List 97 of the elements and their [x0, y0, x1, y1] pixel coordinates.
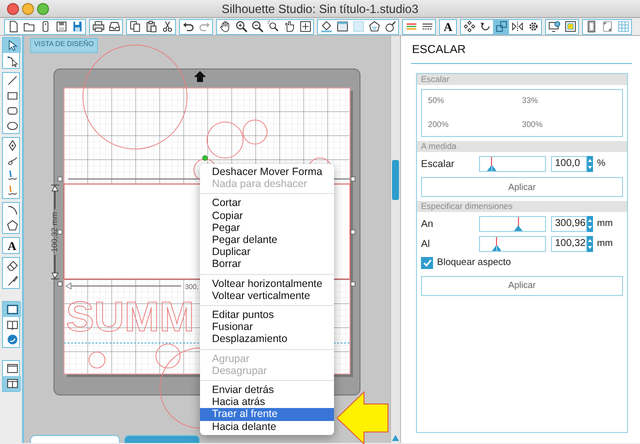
window-icon [336, 20, 348, 33]
menu-item[interactable]: Hacia atrás [200, 396, 334, 408]
menu-item[interactable]: Pegar delante [200, 234, 334, 246]
resize-handle[interactable] [58, 176, 62, 182]
menu-item: Agrupar [211, 352, 250, 365]
dotted-square-icon [352, 20, 364, 33]
resize-handle[interactable] [350, 176, 356, 182]
unit-label: % [597, 157, 606, 172]
slider[interactable] [479, 156, 546, 172]
slider[interactable] [479, 216, 546, 232]
redo-icon [198, 20, 210, 33]
resize-handle[interactable] [58, 230, 62, 234]
pencil-icon [6, 184, 18, 197]
pencil-icon [6, 169, 18, 182]
circle-shape [88, 352, 106, 368]
field-label: An [421, 218, 434, 232]
ellipse-icon [6, 119, 18, 132]
preset-option[interactable]: 300% [522, 119, 616, 132]
resize-handle[interactable] [350, 230, 356, 234]
apply-button[interactable]: Aplicar [421, 177, 623, 198]
pentagon-icon [6, 219, 18, 232]
preset-option[interactable]: 33% [522, 95, 616, 108]
stepper-button[interactable] [587, 156, 593, 172]
magnifier-icon [266, 20, 280, 33]
toolbar-button[interactable] [461, 20, 477, 34]
menu-item[interactable]: Copiar [200, 210, 334, 222]
scissors-icon [160, 20, 174, 33]
section-heading: Especificar dimensiones [417, 201, 627, 212]
window-icon [6, 303, 18, 316]
rotate-icon [478, 20, 492, 33]
menu-item[interactable]: Pegar [200, 222, 334, 234]
toolbar-button[interactable] [366, 20, 382, 34]
undo-icon [182, 20, 194, 33]
toolbar-button[interactable] [297, 20, 313, 34]
value-field[interactable]: 300,96 [551, 216, 587, 232]
checkbox[interactable] [421, 257, 433, 270]
value-field[interactable]: 100,32 [551, 236, 587, 252]
toolbar-button[interactable] [509, 20, 525, 34]
menu-item[interactable]: Enviar detrás [200, 384, 334, 396]
resize-handle[interactable] [58, 282, 62, 286]
toolbar-button[interactable] [106, 20, 122, 34]
text-tool-button[interactable]: A [440, 20, 456, 34]
scale-icon [494, 20, 508, 33]
text-tool-button[interactable]: A [3, 238, 21, 253]
section-heading: A medida [417, 141, 627, 152]
menu-item[interactable]: Fusionar [200, 321, 334, 334]
window-title: Silhouette Studio: Sin título-1.studio3 [222, 2, 418, 16]
section-heading: Escalar [417, 74, 627, 86]
split-view-icon [6, 377, 18, 390]
arc-icon [6, 204, 18, 217]
stepper-button[interactable] [587, 216, 593, 232]
stepper-button[interactable] [587, 236, 593, 252]
rotation-handle[interactable] [202, 155, 208, 161]
toolbar-button[interactable] [546, 20, 562, 34]
preset-option[interactable]: 200% [428, 119, 522, 132]
toolbar-button[interactable] [334, 20, 350, 34]
toolbar-button[interactable] [562, 20, 578, 34]
up-arrow-icon[interactable] [194, 71, 206, 82]
callout-arrow [336, 390, 389, 444]
menu-item: Desagrupar [211, 364, 268, 378]
toolbar-button[interactable] [90, 20, 106, 34]
tool-button[interactable] [3, 302, 21, 317]
menu-item[interactable]: Traer al frente [200, 408, 334, 421]
menu-item[interactable]: Hacia delante [200, 420, 334, 433]
menu-item[interactable]: Cortar [200, 197, 334, 210]
menu-item[interactable]: Desplazamiento [200, 333, 334, 346]
toolbar-button[interactable] [127, 20, 143, 34]
tool-button[interactable] [3, 38, 21, 53]
toolbar-button[interactable] [318, 20, 334, 34]
menu-item: Nada para deshacer [211, 178, 308, 190]
unit-label: mm [597, 237, 613, 252]
menu-item[interactable]: Borrar [200, 258, 334, 271]
menu-item[interactable]: Voltear verticalmente [200, 290, 334, 302]
height-label: 100,32 mm [50, 212, 59, 252]
field-label: Escalar [421, 158, 456, 172]
toolbar-button[interactable] [233, 20, 249, 34]
apply-button[interactable]: Aplicar [421, 276, 623, 296]
tool-button[interactable] [3, 376, 21, 391]
menu-item[interactable]: Voltear horizontalmente [200, 278, 334, 290]
line-icon [6, 74, 18, 87]
menu-item[interactable]: Editar puntos [200, 309, 334, 322]
panel-title: ESCALAR [411, 38, 632, 64]
scrollbar-thumb[interactable] [392, 160, 399, 200]
menu-item[interactable]: Duplicar [200, 246, 334, 258]
value-field[interactable]: 100,0 [551, 156, 587, 172]
preset-option[interactable]: 50% [428, 95, 522, 108]
toolbar-button[interactable] [249, 20, 265, 34]
toolbar-button[interactable] [265, 20, 281, 34]
unit-label: mm [597, 217, 613, 232]
slider[interactable] [479, 236, 546, 252]
menu-item[interactable]: Deshacer Mover Forma [200, 166, 334, 178]
scrollbar[interactable] [390, 36, 400, 443]
checkbox-label: Bloquear aspecto [437, 256, 511, 270]
field-label: Al [421, 238, 431, 252]
zoom-button[interactable] [37, 3, 50, 15]
resize-handle[interactable] [350, 282, 356, 286]
close-button[interactable] [7, 3, 19, 15]
